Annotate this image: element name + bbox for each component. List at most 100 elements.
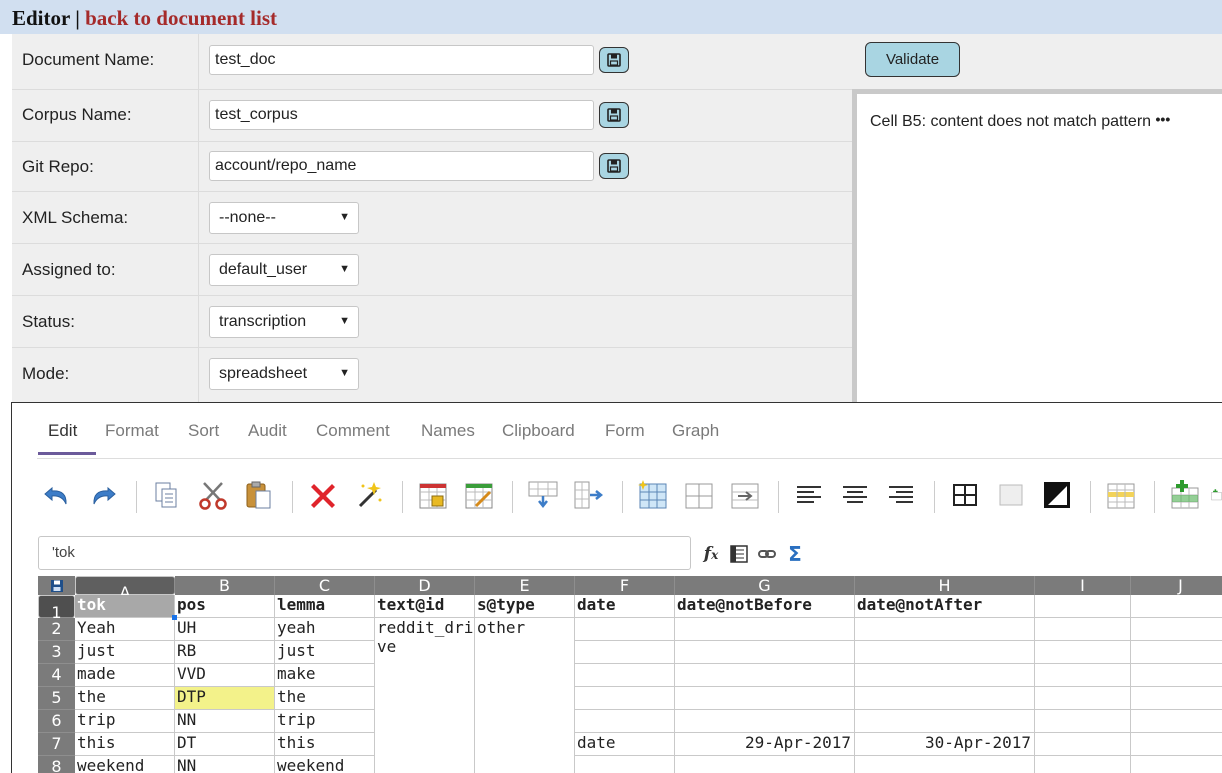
multiline-edit-icon[interactable] — [727, 543, 751, 565]
cell-A4[interactable]: made — [75, 664, 175, 687]
cell-I6[interactable] — [1035, 710, 1131, 733]
corpus-name-input[interactable]: test_corpus — [209, 100, 594, 130]
cell-H8[interactable] — [855, 756, 1035, 773]
cell-H1[interactable]: date@notAfter — [855, 595, 1035, 618]
redo-icon[interactable] — [84, 475, 122, 515]
cell-B7[interactable]: DT — [175, 733, 275, 756]
align-center-icon[interactable] — [836, 475, 874, 515]
cell-B2[interactable]: UH — [175, 618, 275, 641]
row-header-4[interactable]: 4 — [38, 664, 75, 687]
cell-C5[interactable]: the — [275, 687, 375, 710]
cell-G8[interactable] — [675, 756, 855, 773]
cell-G7[interactable]: 29-Apr-2017 — [675, 733, 855, 756]
git-repo-input[interactable]: account/repo_name — [209, 151, 594, 181]
merge-cells-icon[interactable] — [680, 475, 718, 515]
select-all-icon[interactable] — [634, 475, 672, 515]
column-header-A[interactable]: A — [75, 576, 175, 602]
cell-F6[interactable] — [575, 710, 675, 733]
cell-G2[interactable] — [675, 618, 855, 641]
back-to-document-list-link[interactable]: back to document list — [85, 6, 277, 30]
tab-names[interactable]: Names — [421, 421, 475, 441]
save-git-repo-button[interactable] — [599, 153, 629, 179]
cell-A2[interactable]: Yeah — [75, 618, 175, 641]
column-header-I[interactable]: I — [1035, 576, 1131, 595]
cell-A1[interactable]: tok — [75, 595, 175, 618]
cell-I8[interactable] — [1035, 756, 1131, 773]
tab-format[interactable]: Format — [105, 421, 159, 441]
row-header-1[interactable]: 1 — [38, 595, 75, 622]
delete-icon[interactable] — [304, 475, 342, 515]
column-header-B[interactable]: B — [175, 576, 275, 595]
column-header-J[interactable]: J — [1131, 576, 1222, 595]
row-header-2[interactable]: 2 — [38, 618, 75, 641]
cell-B5[interactable]: DTP — [175, 687, 275, 710]
cell-B8[interactable]: NN — [175, 756, 275, 773]
cell-H2[interactable] — [855, 618, 1035, 641]
cell-F4[interactable] — [575, 664, 675, 687]
cell-G6[interactable] — [675, 710, 855, 733]
borders-icon[interactable] — [946, 475, 984, 515]
cell-E1[interactable]: s@type — [475, 595, 575, 618]
unmerge-cells-icon[interactable] — [726, 475, 764, 515]
cell-J3[interactable] — [1131, 641, 1222, 664]
cell-B1[interactable]: pos — [175, 595, 275, 618]
cell-A7[interactable]: this — [75, 733, 175, 756]
cell-F2[interactable] — [575, 618, 675, 641]
cell-I3[interactable] — [1035, 641, 1131, 664]
row-header-7[interactable]: 7 — [38, 733, 75, 756]
tab-audit[interactable]: Audit — [248, 421, 287, 441]
link-icon[interactable] — [755, 543, 779, 565]
save-document-name-button[interactable] — [599, 47, 629, 73]
cell-J4[interactable] — [1131, 664, 1222, 687]
cell-I7[interactable] — [1035, 733, 1131, 756]
cell-A3[interactable]: just — [75, 641, 175, 664]
tab-comment[interactable]: Comment — [316, 421, 390, 441]
cell-A8[interactable]: weekend — [75, 756, 175, 773]
cell-J1[interactable] — [1131, 595, 1222, 618]
formula-input[interactable]: 'tok — [38, 536, 691, 570]
add-row-icon[interactable] — [1166, 475, 1204, 515]
cell-H7[interactable]: 30-Apr-2017 — [855, 733, 1035, 756]
document-name-input[interactable]: test_doc — [209, 45, 594, 75]
save-corpus-name-button[interactable] — [599, 102, 629, 128]
column-header-D[interactable]: D — [375, 576, 475, 595]
assigned-to-select[interactable]: default_user ▼ — [209, 254, 359, 286]
cell-color-icon[interactable] — [1038, 475, 1076, 515]
row-header-5[interactable]: 5 — [38, 687, 75, 710]
cell-J8[interactable] — [1131, 756, 1222, 773]
align-left-icon[interactable] — [790, 475, 828, 515]
cell-C7[interactable]: this — [275, 733, 375, 756]
column-header-C[interactable]: C — [275, 576, 375, 595]
cell-B3[interactable]: RB — [175, 641, 275, 664]
add-column-icon[interactable] — [1210, 475, 1222, 515]
cell-F1[interactable]: date — [575, 595, 675, 618]
cell-A5[interactable]: the — [75, 687, 175, 710]
no-borders-icon[interactable] — [992, 475, 1030, 515]
ellipsis-icon[interactable]: ••• — [1156, 111, 1171, 127]
magic-wand-icon[interactable] — [350, 475, 388, 515]
freeze-rows-icon[interactable] — [1102, 475, 1140, 515]
cell-E2[interactable]: other — [475, 618, 575, 773]
row-header-3[interactable]: 3 — [38, 641, 75, 664]
cell-C3[interactable]: just — [275, 641, 375, 664]
cell-I4[interactable] — [1035, 664, 1131, 687]
row-header-6[interactable]: 6 — [38, 710, 75, 733]
copy-icon[interactable] — [148, 475, 186, 515]
paste-icon[interactable] — [240, 475, 278, 515]
cell-F5[interactable] — [575, 687, 675, 710]
cell-G5[interactable] — [675, 687, 855, 710]
undo-icon[interactable] — [38, 475, 76, 515]
cell-J5[interactable] — [1131, 687, 1222, 710]
tab-clipboard[interactable]: Clipboard — [502, 421, 575, 441]
selection-handle[interactable] — [172, 615, 177, 620]
cell-H3[interactable] — [855, 641, 1035, 664]
column-header-E[interactable]: E — [475, 576, 575, 595]
cell-I2[interactable] — [1035, 618, 1131, 641]
mode-select[interactable]: spreadsheet ▼ — [209, 358, 359, 390]
edit-cell-icon[interactable] — [460, 475, 498, 515]
cell-I1[interactable] — [1035, 595, 1131, 618]
row-header-8[interactable]: 8 — [38, 756, 75, 773]
tab-edit[interactable]: Edit — [48, 421, 77, 441]
cell-C4[interactable]: make — [275, 664, 375, 687]
column-header-F[interactable]: F — [575, 576, 675, 595]
